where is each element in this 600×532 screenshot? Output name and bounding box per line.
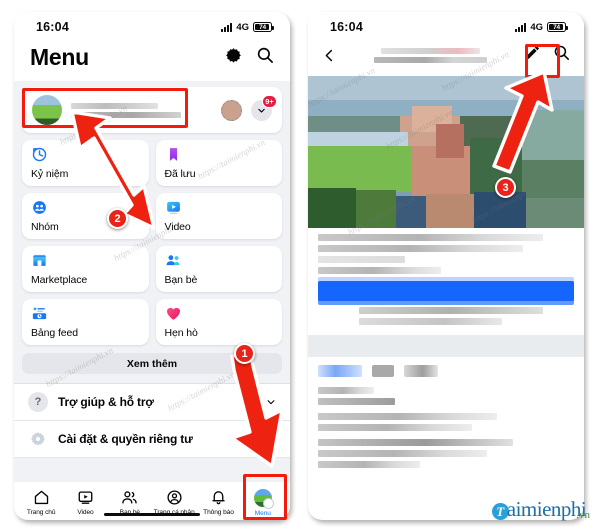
friends-icon [122,491,138,504]
status-bar-right: 16:04 4G 74 [308,12,584,42]
network-label: 4G [236,21,249,33]
status-bar-left: 16:04 4G 74 [14,12,290,42]
clock-icon [32,147,47,162]
step-badge-1: 1 [234,343,255,364]
groups-icon [33,201,46,214]
status-time: 16:04 [330,20,363,34]
battery-icon: 74 [547,22,568,32]
logo-tld: .vn [576,509,590,521]
search-icon[interactable] [553,44,570,66]
nav-label: Menu [254,510,271,517]
menu-tile-label: Bạn bè [164,274,198,286]
signal-bars-icon [514,22,527,32]
arrow-to-menu-tab [230,352,284,468]
gear-icon[interactable] [225,47,242,69]
logo-text: aimienphi [506,497,587,522]
menu-tile-label: Đã lưu [164,168,196,180]
profile-expand-button[interactable]: 9+ [251,94,277,121]
pencil-icon[interactable] [524,44,541,66]
bell-icon [212,491,225,505]
notification-badge: 9+ [262,94,277,108]
signal-bars-icon [220,22,233,32]
menu-tile-ban-be[interactable]: Bạn bè [155,246,282,292]
nav-item-thong-bao[interactable]: Thông báo [196,487,240,519]
battery-icon: 74 [253,22,274,32]
menu-tile-bang-feed[interactable]: Bảng feed [22,299,149,345]
menu-header: Menu [14,42,290,81]
profile-title-redacted [345,47,516,63]
step-badge-3: 3 [495,177,516,198]
menu-tile-label: Video [164,221,191,233]
status-indicators: 4G 74 [220,21,274,33]
battery-percent: 74 [553,23,560,31]
menu-tile-label: Marketplace [31,274,88,286]
nav-label: Video [77,509,94,516]
profile-info-redacted [308,228,584,325]
status-time: 16:04 [36,20,69,34]
bottom-navigation: Trang chủ Video Bạn bè [14,482,290,520]
nav-item-video[interactable]: Video [63,487,107,519]
menu-avatar-icon [253,489,274,509]
switch-account-icon[interactable] [221,99,242,121]
nav-label: Thông báo [203,509,234,516]
nav-label: Trang chủ [26,509,56,516]
menu-tile-label: Hẹn hò [164,327,198,339]
profile-content-redacted [308,357,584,480]
taimienphi-logo: T aimienphi .vn [491,497,590,522]
battery-percent: 74 [259,23,266,31]
home-icon [34,490,48,505]
home-indicator [104,512,200,516]
page-title: Menu [30,44,89,70]
profile-icon [167,490,182,505]
header-actions [225,46,274,69]
status-indicators: 4G 74 [514,21,568,33]
arrow-to-edit-icon [492,70,554,174]
section-separator [308,335,584,357]
heart-icon [166,307,180,320]
chip-row [318,365,574,377]
nav-item-trang-chu[interactable]: Trang chủ [19,487,63,519]
question-icon: ? [28,392,48,412]
storefront-icon [32,254,47,266]
video-icon [78,491,93,504]
primary-action-button-redacted[interactable] [318,281,574,301]
friends-icon [166,255,179,266]
nav-item-menu[interactable]: Menu [241,487,285,520]
search-icon[interactable] [256,46,274,69]
menu-tile-da-luu[interactable]: Đã lưu [155,140,282,186]
menu-tile-label: Bảng feed [31,327,78,339]
back-chevron-icon[interactable] [322,48,337,63]
menu-tile-video[interactable]: Video [155,193,282,239]
gear-icon [28,429,48,449]
network-label: 4G [530,21,543,33]
step-badge-2: 2 [107,208,128,229]
feeds-icon [32,307,47,320]
menu-tile-marketplace[interactable]: Marketplace [22,246,149,292]
screenshot-root: 16:04 4G 74 Menu 9+ Kỷ niệm Đã lưu Nhóm … [0,0,600,532]
menu-tile-hen-ho[interactable]: Hẹn hò [155,299,282,345]
